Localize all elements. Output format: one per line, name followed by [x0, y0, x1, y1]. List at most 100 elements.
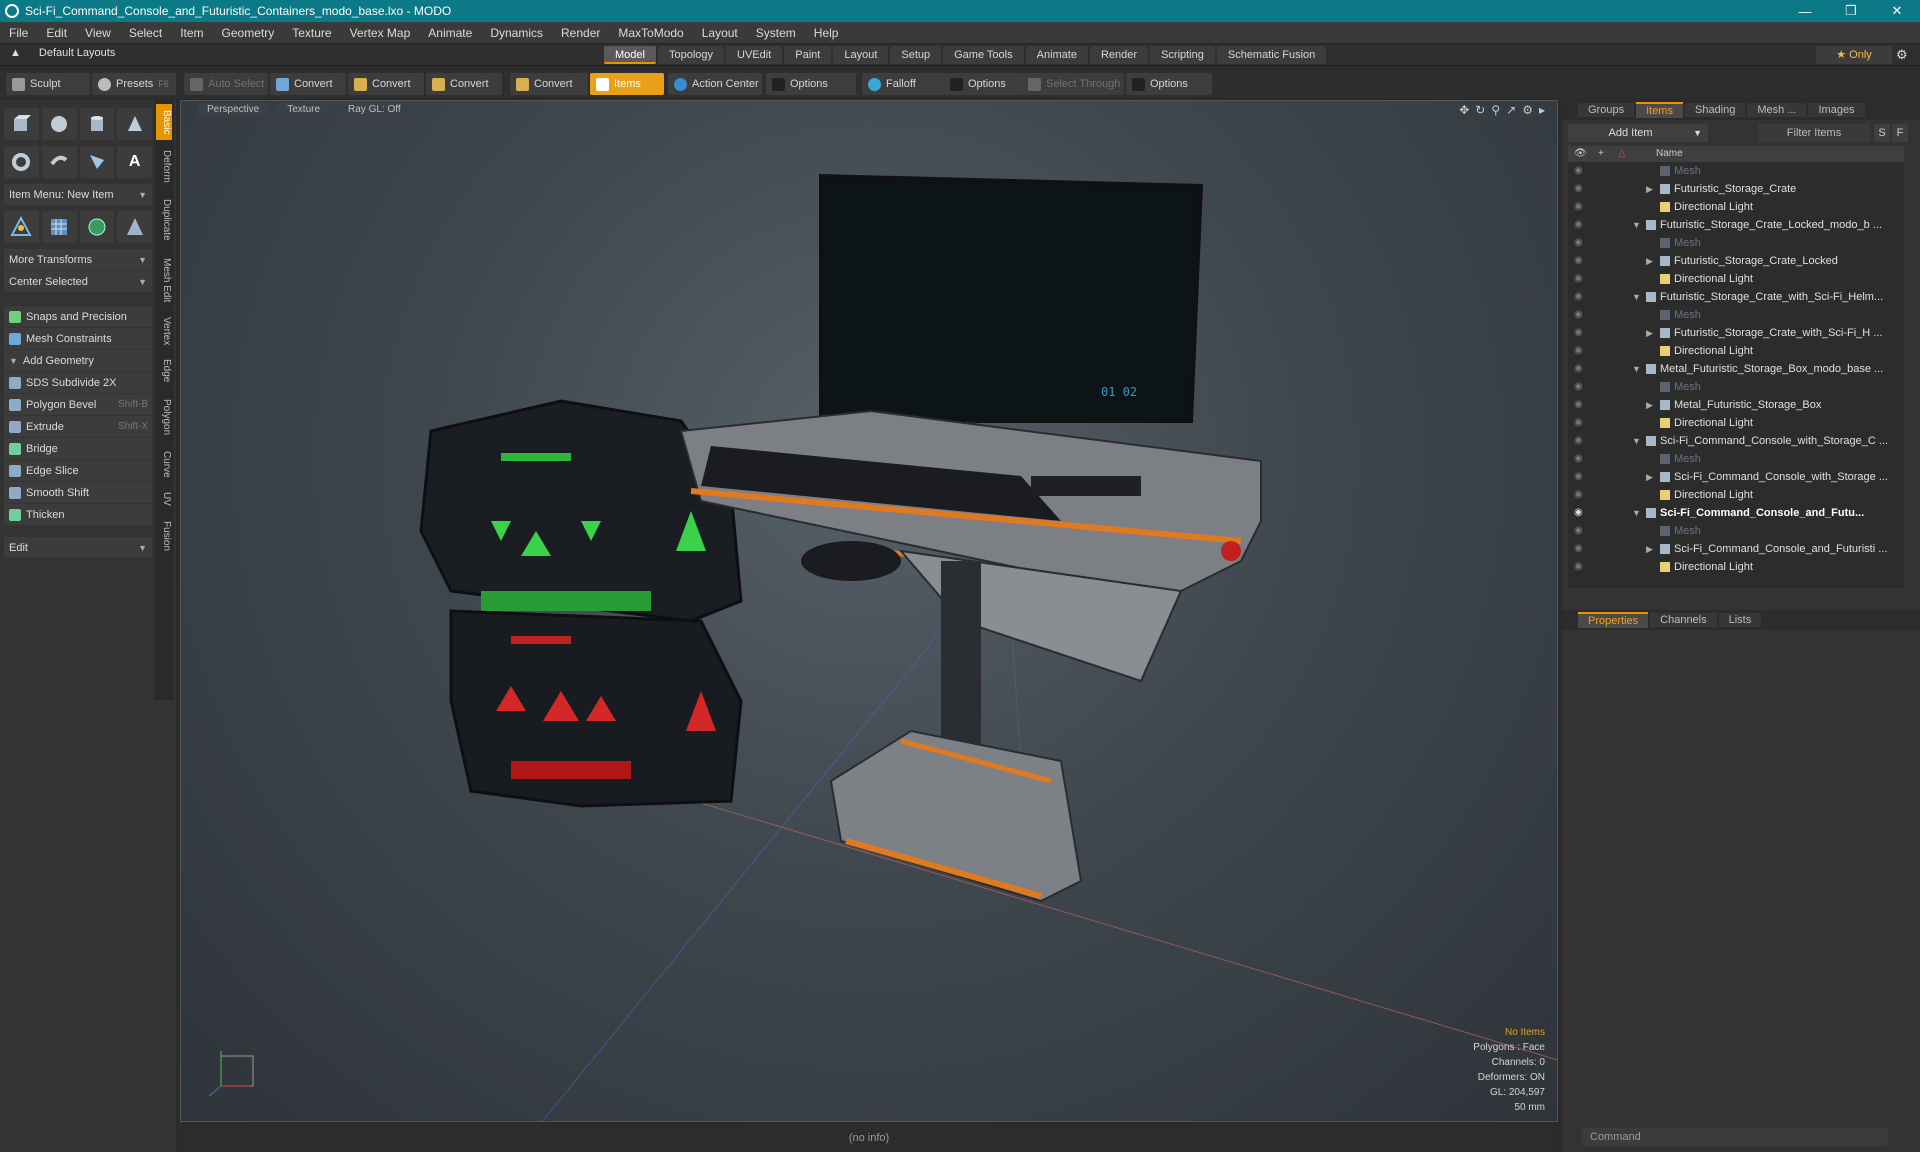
center-selected-dropdown[interactable]: Center Selected ▼: [4, 271, 152, 292]
collapse-arrow-icon[interactable]: ▼: [1632, 216, 1641, 234]
vtab-edge[interactable]: Edge: [156, 354, 172, 388]
add-item-button[interactable]: Add Item ▼: [1568, 124, 1708, 142]
minimize-icon[interactable]: —: [1782, 0, 1828, 22]
locator-icon[interactable]: [4, 211, 39, 243]
tree-row[interactable]: ◉ ▼ Sci-Fi_Command_Console_with_Storage_C …: [1568, 432, 1904, 450]
tree-row[interactable]: ◉ ▶ Metal_Futuristic_Storage_Box: [1568, 396, 1904, 414]
tree-row[interactable]: ◉ ▼ Metal_Futuristic_Storage_Box_modo_base…: [1568, 360, 1904, 378]
tree-row[interactable]: ◉ ▶ Sci-Fi_Command_Console_and_Futuristi .…: [1568, 540, 1904, 558]
panel-tab-groups[interactable]: Groups: [1578, 103, 1635, 117]
extrude-button[interactable]: Extrude Shift-X: [4, 416, 152, 437]
layout-tab-model[interactable]: Model: [604, 46, 656, 64]
expand-arrow-icon[interactable]: ▶: [1646, 324, 1653, 342]
menu-item-vertex-map[interactable]: Vertex Map: [341, 26, 420, 40]
menu-item-layout[interactable]: Layout: [693, 26, 747, 40]
tree-row[interactable]: ◉ ▶ Sci-Fi_Command_Console_with_Storage ..…: [1568, 468, 1904, 486]
visibility-eye-icon[interactable]: ◉: [1574, 180, 1588, 198]
expand-arrow-icon[interactable]: ▶: [1646, 396, 1653, 414]
panel-tab-shading[interactable]: Shading: [1684, 103, 1746, 117]
tree-row[interactable]: ◉ ▼ Sci-Fi_Command_Console_and_Futu...: [1568, 504, 1904, 522]
presets-button[interactable]: Presets F6: [92, 73, 176, 95]
cube-primitive-icon[interactable]: [4, 108, 39, 140]
visibility-eye-icon[interactable]: ◉: [1574, 162, 1588, 180]
collapse-arrow-icon[interactable]: ▼: [1632, 288, 1641, 306]
expand-arrow-icon[interactable]: ▶: [1646, 468, 1653, 486]
menu-item-file[interactable]: File: [0, 26, 37, 40]
tree-row[interactable]: ◉ Mesh: [1568, 234, 1904, 252]
expand-arrow-icon[interactable]: ▶: [1646, 180, 1653, 198]
visibility-eye-icon[interactable]: ◉: [1574, 342, 1588, 360]
visibility-eye-icon[interactable]: ◉: [1574, 432, 1588, 450]
visibility-eye-icon[interactable]: ◉: [1574, 234, 1588, 252]
panel-tab-mesh[interactable]: Mesh ...: [1747, 103, 1807, 117]
visibility-eye-icon[interactable]: ◉: [1574, 378, 1588, 396]
visibility-eye-icon[interactable]: ◉: [1574, 288, 1588, 306]
bridge-button[interactable]: Bridge: [4, 438, 152, 459]
tree-row[interactable]: ◉ Directional Light: [1568, 198, 1904, 216]
vtab-polygon[interactable]: Polygon: [156, 392, 172, 442]
items-mode-button[interactable]: Items: [590, 73, 664, 95]
layout-tab-game-tools[interactable]: Game Tools: [943, 46, 1024, 64]
menu-item-item[interactable]: Item: [171, 26, 212, 40]
panel-tab-items[interactable]: Items: [1636, 102, 1683, 118]
tree-row[interactable]: ◉ Directional Light: [1568, 486, 1904, 504]
options-button-2[interactable]: Options: [944, 73, 1022, 95]
vtab-mesh-edit[interactable]: Mesh Edit: [156, 252, 172, 308]
vtab-duplicate[interactable]: Duplicate: [156, 192, 172, 248]
gear-icon[interactable]: ⚙: [1896, 47, 1908, 63]
vtab-uv[interactable]: UV: [156, 486, 172, 512]
convert-button-3[interactable]: Convert: [426, 73, 502, 95]
collapse-arrow-icon[interactable]: ▼: [1632, 504, 1641, 522]
select-through-button[interactable]: Select Through: [1022, 73, 1124, 95]
menu-item-dynamics[interactable]: Dynamics: [481, 26, 552, 40]
expand-arrow-icon[interactable]: ▶: [1646, 252, 1653, 270]
tree-row[interactable]: ◉ ▶ Futuristic_Storage_Crate_Locked: [1568, 252, 1904, 270]
panel-tab-images[interactable]: Images: [1808, 103, 1865, 117]
visibility-eye-icon[interactable]: ◉: [1574, 504, 1588, 522]
command-input[interactable]: Command: [1582, 1128, 1888, 1146]
maximize-icon[interactable]: ❐: [1828, 0, 1874, 22]
visibility-eye-icon[interactable]: ◉: [1574, 414, 1588, 432]
visibility-eye-icon[interactable]: ◉: [1574, 396, 1588, 414]
torus-primitive-icon[interactable]: [4, 146, 39, 178]
pen-tool-icon[interactable]: [79, 146, 115, 178]
sds-subdivide-button[interactable]: SDS Subdivide 2X: [4, 372, 152, 393]
tree-row[interactable]: ◉ Directional Light: [1568, 414, 1904, 432]
collapse-arrow-icon[interactable]: ▼: [1632, 432, 1641, 450]
visibility-eye-icon[interactable]: ◉: [1574, 252, 1588, 270]
layout-tab-topology[interactable]: Topology: [657, 46, 725, 64]
globe-icon[interactable]: [79, 211, 115, 243]
sphere-primitive-icon[interactable]: [41, 108, 77, 140]
grid-icon[interactable]: [41, 211, 77, 243]
filter-items-input[interactable]: Filter Items: [1758, 124, 1870, 142]
edit-dropdown[interactable]: Edit ▼: [4, 537, 152, 558]
falloff-button[interactable]: Falloff: [862, 73, 944, 95]
visibility-eye-icon[interactable]: ◉: [1574, 306, 1588, 324]
vtab-basic[interactable]: Basic: [156, 104, 172, 140]
menu-item-view[interactable]: View: [76, 26, 120, 40]
layout-tab-paint[interactable]: Paint: [784, 46, 832, 64]
options-button-3[interactable]: Options: [1126, 73, 1212, 95]
menu-item-animate[interactable]: Animate: [419, 26, 481, 40]
prop-tab-properties[interactable]: Properties: [1578, 612, 1649, 628]
tree-row[interactable]: ◉ Directional Light: [1568, 558, 1904, 576]
name-column-header[interactable]: Name: [1656, 146, 1683, 162]
prop-tab-lists[interactable]: Lists: [1718, 613, 1762, 627]
thicken-button[interactable]: Thicken: [4, 504, 152, 525]
visibility-eye-icon[interactable]: ◉: [1574, 450, 1588, 468]
snaps-button[interactable]: Snaps and Precision: [4, 306, 152, 327]
menu-item-maxtomodo[interactable]: MaxToModo: [609, 26, 692, 40]
tree-row[interactable]: ◉ Directional Light: [1568, 342, 1904, 360]
tree-row[interactable]: ◉ ▼ Futuristic_Storage_Crate_Locked_modo_b…: [1568, 216, 1904, 234]
tree-row[interactable]: ◉ Mesh: [1568, 522, 1904, 540]
layout-tab-animate[interactable]: Animate: [1025, 46, 1088, 64]
item-menu-dropdown[interactable]: Item Menu: New Item ▼: [4, 184, 152, 205]
vtab-deform[interactable]: Deform: [156, 144, 172, 188]
layout-tab-layout[interactable]: Layout: [833, 46, 889, 64]
visibility-eye-icon[interactable]: ◉: [1574, 558, 1588, 576]
only-button[interactable]: ★ Only: [1816, 46, 1892, 64]
lock-column-icon[interactable]: +: [1598, 146, 1604, 162]
text-tool-icon[interactable]: A: [117, 146, 152, 178]
menu-item-help[interactable]: Help: [805, 26, 848, 40]
layout-tab-render[interactable]: Render: [1089, 46, 1149, 64]
